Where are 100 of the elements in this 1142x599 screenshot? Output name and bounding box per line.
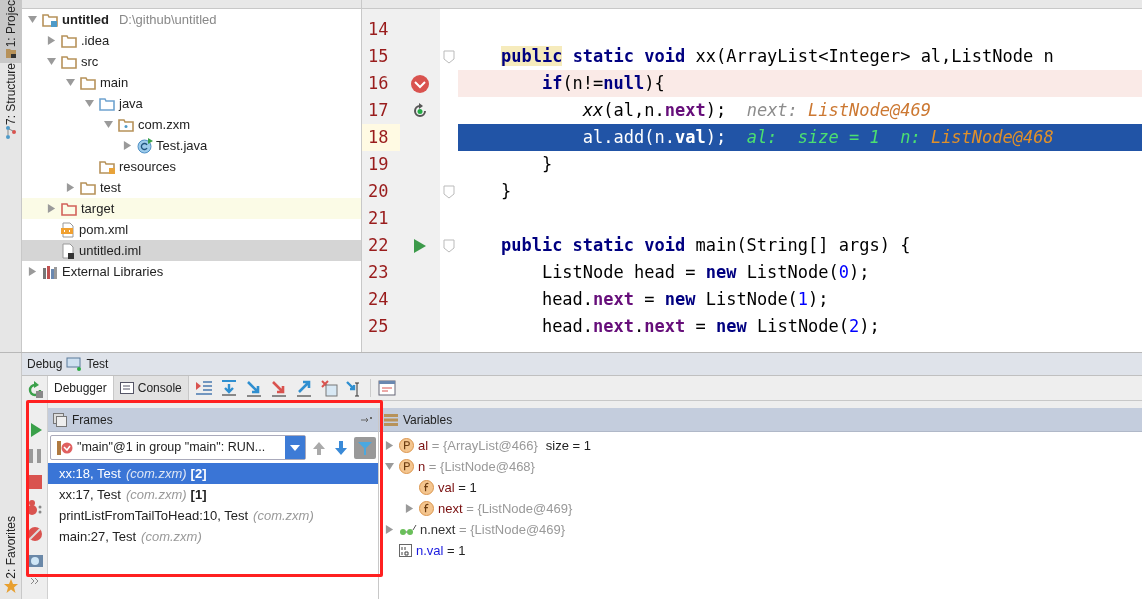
tree-item[interactable]: test — [22, 177, 361, 198]
code-line: ListNode head = new ListNode(0); — [540, 260, 870, 284]
variables-icon — [384, 413, 398, 426]
tree-item[interactable]: resources — [22, 156, 361, 177]
tree-item[interactable]: .idea — [22, 30, 361, 51]
collapsed-arrow-icon[interactable] — [385, 525, 394, 534]
parameter-icon — [399, 438, 414, 453]
expanded-arrow-icon[interactable] — [28, 15, 37, 24]
side-tab[interactable]: 7: Structure — [0, 63, 21, 126]
xml-file-icon — [61, 221, 75, 238]
tree-item[interactable]: src — [22, 51, 361, 72]
primitive-icon — [399, 544, 412, 557]
breakpoint-icon[interactable] — [410, 73, 430, 94]
dropdown-caret-icon — [290, 444, 300, 451]
package-icon — [118, 117, 134, 132]
line-number: 22 — [367, 233, 390, 257]
collapsed-arrow-icon[interactable] — [405, 504, 414, 513]
execution-point-icon[interactable] — [194, 379, 213, 397]
folder-icon — [80, 75, 96, 90]
glasses-icon — [399, 523, 417, 536]
field-icon — [419, 501, 434, 516]
collapsed-arrow-icon[interactable] — [66, 183, 75, 192]
force-step-into-icon[interactable] — [269, 379, 288, 397]
tree-item[interactable]: untitled D:\github\untitled — [22, 9, 361, 30]
collapsed-arrow-icon[interactable] — [47, 36, 56, 45]
stack-frame[interactable]: xx:17, Test (com.zxm) [1] — [48, 484, 378, 505]
panel-title: Frames — [72, 411, 114, 429]
collapsed-arrow-icon[interactable] — [47, 204, 56, 213]
debug-tab[interactable]: Debugger — [48, 376, 114, 400]
debug-tab[interactable]: Console — [113, 376, 189, 400]
thread-icon — [57, 439, 73, 456]
variable-entry[interactable]: next = {ListNode@469} — [438, 498, 573, 519]
variable-entry[interactable]: n.next = {ListNode@469} — [420, 519, 566, 540]
expanded-arrow-icon[interactable] — [104, 120, 113, 129]
expanded-arrow-icon[interactable] — [85, 99, 94, 108]
structure-icon — [4, 125, 17, 140]
folder-icon — [4, 47, 17, 60]
tree-item[interactable]: External Libraries — [22, 261, 361, 282]
frames-icon — [53, 412, 67, 427]
collapsed-arrow-icon[interactable] — [28, 267, 37, 276]
line-number: 21 — [367, 206, 390, 230]
tree-item[interactable]: Test.java — [22, 135, 361, 156]
filter-icon[interactable] — [354, 436, 376, 459]
variable-entry[interactable]: al = {ArrayList@466} size = 1 — [418, 435, 591, 456]
down-arrow-icon[interactable] — [332, 438, 350, 457]
parameter-icon — [399, 459, 414, 474]
line-number: 25 — [367, 314, 390, 338]
collapsed-arrow-icon[interactable] — [123, 141, 132, 150]
field-icon — [419, 480, 434, 495]
tree-item[interactable]: pom.xml — [22, 219, 361, 240]
evaluate-icon[interactable] — [377, 379, 396, 397]
line-number: 16 — [367, 71, 390, 95]
tree-item[interactable]: main — [22, 72, 361, 93]
fold-icon[interactable] — [443, 49, 455, 64]
library-icon — [42, 264, 58, 279]
stack-frame[interactable]: main:27, Test (com.zxm) — [48, 526, 378, 547]
pin-icon[interactable] — [361, 415, 373, 424]
tree-item[interactable]: com.zxm — [22, 114, 361, 135]
fold-icon[interactable] — [443, 184, 455, 199]
folder-icon — [99, 96, 115, 111]
line-number: 20 — [367, 179, 390, 203]
expanded-arrow-icon[interactable] — [385, 462, 394, 471]
file-icon — [61, 242, 75, 259]
thread-dropdown[interactable]: "main"@1 in group "main": RUN... — [50, 435, 306, 460]
line-number: 17 — [367, 98, 390, 122]
line-number: 14 — [367, 17, 390, 41]
stack-frame[interactable]: printListFromTailToHead:10, Test (com.zxm) — [48, 505, 378, 526]
folder-icon — [61, 33, 77, 48]
folder-icon — [99, 159, 115, 174]
tree-item[interactable]: target — [22, 198, 361, 219]
side-tab[interactable]: 2: Favorites — [0, 516, 28, 579]
star-icon — [3, 579, 18, 593]
line-number: 19 — [367, 152, 390, 176]
frame-icon — [411, 101, 429, 120]
step-out-icon[interactable] — [294, 379, 313, 397]
collapsed-arrow-icon[interactable] — [385, 441, 394, 450]
code-line: public static void main(String[] args) { — [499, 233, 911, 257]
step-into-icon[interactable] — [244, 379, 263, 397]
expanded-arrow-icon[interactable] — [66, 78, 75, 87]
more-icon[interactable] — [29, 577, 40, 585]
code-line: } — [540, 152, 553, 176]
line-number: 15 — [367, 44, 390, 68]
step-over-icon[interactable] — [219, 379, 238, 397]
console-icon — [119, 382, 134, 394]
tree-item[interactable]: java — [22, 93, 361, 114]
panel-title: Debug — [27, 356, 63, 373]
variable-entry[interactable]: n = {ListNode@468} — [418, 456, 535, 477]
expanded-arrow-icon[interactable] — [47, 57, 56, 66]
variable-entry[interactable]: val = 1 — [438, 477, 477, 498]
tree-item[interactable]: untitled.iml — [22, 240, 361, 261]
run-config-name[interactable]: Test — [86, 355, 109, 373]
drop-frame-icon[interactable] — [319, 379, 338, 397]
class-icon — [137, 137, 153, 154]
stack-frame[interactable]: xx:18, Test (com.zxm) [2] — [48, 463, 378, 484]
fold-icon[interactable] — [443, 238, 455, 253]
run-icon[interactable] — [413, 237, 427, 254]
module-icon — [42, 12, 58, 27]
variable-entry[interactable]: n.val = 1 — [416, 540, 466, 561]
code-line: public static void xx(ArrayList<Integer> al,ListNode n — [499, 44, 1054, 68]
line-number: 23 — [367, 260, 390, 284]
